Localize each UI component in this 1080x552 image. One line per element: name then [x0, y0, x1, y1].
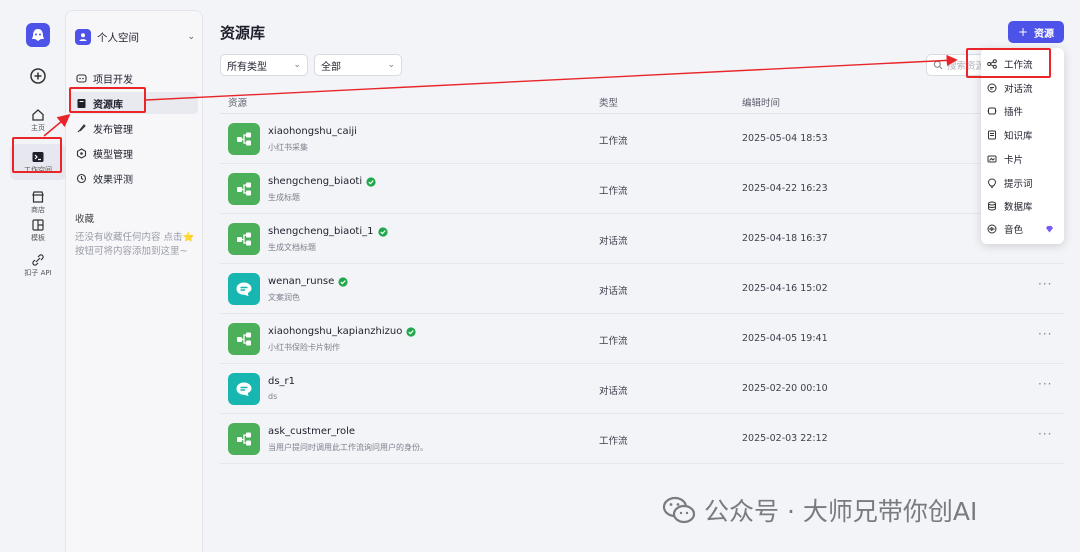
watermark-text: 公众号 · 大师兄带你创AI [704, 497, 978, 526]
annotation-arrows [43, 54, 958, 137]
arrow-library-to-workflow [145, 54, 958, 101]
wechat-icon [662, 496, 696, 524]
watermark: 公众号 · 大师兄带你创AI [662, 493, 977, 527]
arrow-workspace-to-library [43, 113, 71, 137]
